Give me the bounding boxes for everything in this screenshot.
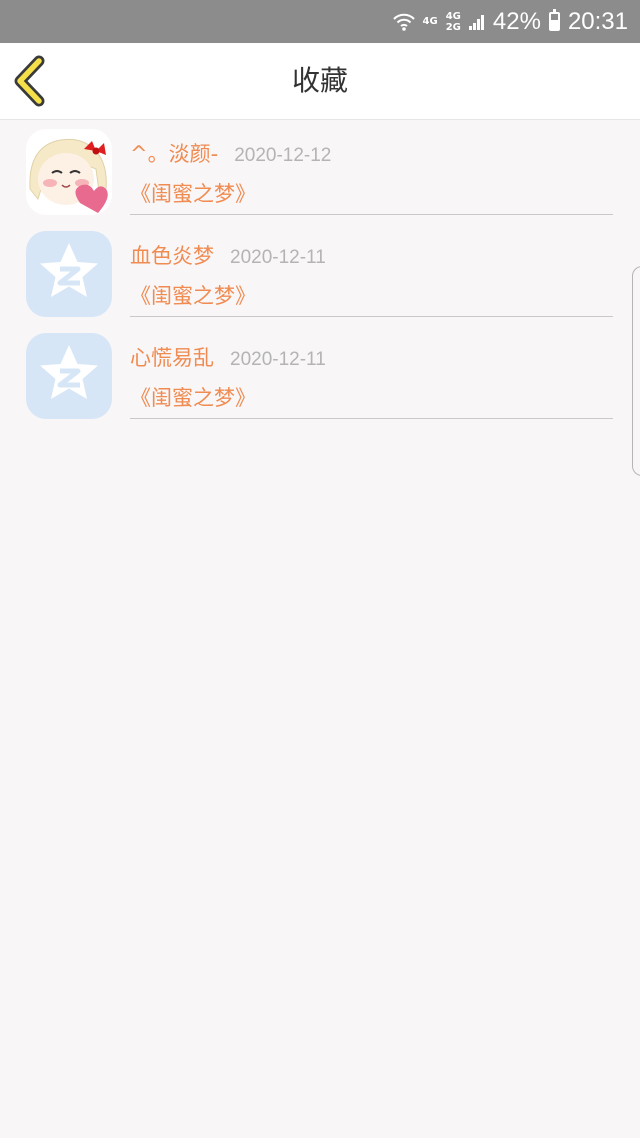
book-title[interactable]: 《闺蜜之梦》: [130, 382, 256, 412]
favorites-list: ^。淡颜- 2020-12-12 《闺蜜之梦》 血色炎梦 2020-12-11 …: [0, 120, 640, 426]
list-item-content: ^。淡颜- 2020-12-12 《闺蜜之梦》: [130, 120, 613, 215]
wifi-icon: [392, 13, 415, 31]
qzone-star-avatar-icon: [26, 231, 112, 317]
date: 2020-12-11: [230, 247, 326, 268]
date: 2020-12-11: [230, 349, 326, 370]
network-type-1: 4G: [422, 16, 438, 27]
list-item[interactable]: 血色炎梦 2020-12-11 《闺蜜之梦》: [0, 222, 640, 324]
list-item-content: 血色炎梦 2020-12-11 《闺蜜之梦》: [130, 222, 613, 317]
book-title[interactable]: 《闺蜜之梦》: [130, 280, 256, 310]
cartoon-girl-avatar-icon: [26, 129, 112, 215]
signal-icon: [468, 14, 484, 30]
username[interactable]: 血色炎梦: [130, 240, 214, 270]
list-item[interactable]: ^。淡颜- 2020-12-12 《闺蜜之梦》: [0, 120, 640, 222]
avatar[interactable]: [26, 129, 112, 215]
list-item-content: 心慌易乱 2020-12-11 《闺蜜之梦》: [130, 324, 613, 419]
clock: 20:31: [567, 7, 628, 35]
battery-percentage: 42%: [492, 7, 541, 35]
list-item-header: ^。淡颜- 2020-12-12: [130, 138, 331, 168]
qzone-star-avatar-icon: [26, 333, 112, 419]
edge-panel-handle[interactable]: [632, 266, 640, 476]
username[interactable]: ^。淡颜-: [130, 138, 218, 168]
username[interactable]: 心慌易乱: [130, 342, 214, 372]
book-title[interactable]: 《闺蜜之梦》: [130, 178, 256, 208]
app-header: 收藏: [0, 43, 640, 120]
date: 2020-12-12: [234, 145, 332, 166]
network-type-2: 4G 2G: [445, 10, 461, 33]
list-item-header: 血色炎梦 2020-12-11: [130, 240, 326, 270]
page-title: 收藏: [291, 64, 348, 97]
avatar[interactable]: [26, 231, 112, 317]
list-item-header: 心慌易乱 2020-12-11: [130, 342, 326, 372]
avatar[interactable]: [26, 333, 112, 419]
status-indicators: 4G 4G 2G 42% 20:31: [392, 0, 628, 43]
battery-icon: [548, 9, 560, 31]
status-bar: 4G 4G 2G 42% 20:31: [0, 0, 640, 43]
list-item[interactable]: 心慌易乱 2020-12-11 《闺蜜之梦》: [0, 324, 640, 426]
